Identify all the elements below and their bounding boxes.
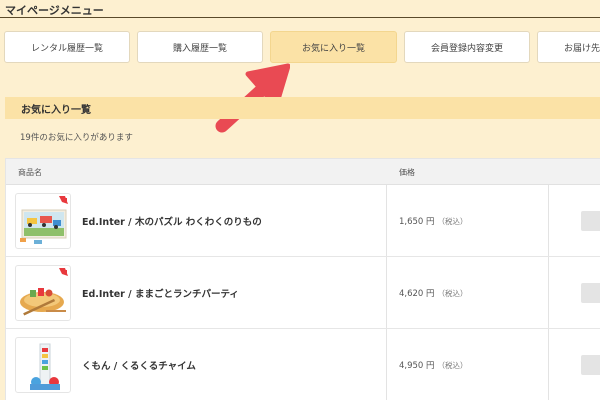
product-price: 4,620 円（税込）	[399, 289, 468, 299]
row-action-button[interactable]	[581, 211, 600, 231]
tab-favorites[interactable]: お気に入り一覧	[270, 31, 397, 63]
header-price: 価格	[399, 167, 415, 177]
table-row: Ed.Inter / ままごとランチパーティ 4,620 円（税込）	[6, 257, 600, 329]
header-product-name: 商品名	[18, 167, 42, 177]
tab-rental-history[interactable]: レンタル履歴一覧	[4, 31, 130, 63]
product-thumbnail-puzzle[interactable]	[15, 193, 71, 249]
puzzle-image-icon	[20, 196, 68, 244]
product-price: 4,950 円（税込）	[399, 361, 468, 371]
favorites-count: 19件のお気に入りがあります	[20, 133, 133, 143]
tab-delivery-address[interactable]: お届け先追加	[537, 31, 600, 63]
chime-toy-image-icon	[30, 343, 60, 390]
row-action-button[interactable]	[581, 283, 600, 303]
favorites-section-heading: お気に入り一覧	[5, 97, 600, 119]
product-thumbnail-lunch-party[interactable]	[15, 265, 71, 321]
tab-purchase-history[interactable]: 購入履歴一覧	[137, 31, 263, 63]
favorites-table: 商品名 価格 Ed.Inter / 木のパズル わくわくのりもの 1,650 円…	[5, 158, 600, 400]
table-row: Ed.Inter / 木のパズル わくわくのりもの 1,650 円（税込）	[6, 185, 600, 257]
table-header: 商品名 価格	[6, 159, 600, 185]
product-name[interactable]: くもん / くるくるチャイム	[82, 358, 196, 372]
product-thumbnail-chime[interactable]	[15, 337, 71, 393]
mypage-menu-title: マイページメニュー	[5, 4, 104, 17]
product-name[interactable]: Ed.Inter / ままごとランチパーティ	[82, 286, 239, 300]
table-row: くもん / くるくるチャイム 4,950 円（税込）	[6, 329, 600, 400]
tab-member-info-edit[interactable]: 会員登録内容変更	[404, 31, 530, 63]
product-price: 1,650 円（税込）	[399, 217, 468, 227]
lunch-party-image-icon	[20, 268, 68, 316]
menu-divider	[0, 17, 600, 18]
product-name[interactable]: Ed.Inter / 木のパズル わくわくのりもの	[82, 214, 262, 228]
row-action-button[interactable]	[581, 355, 600, 375]
